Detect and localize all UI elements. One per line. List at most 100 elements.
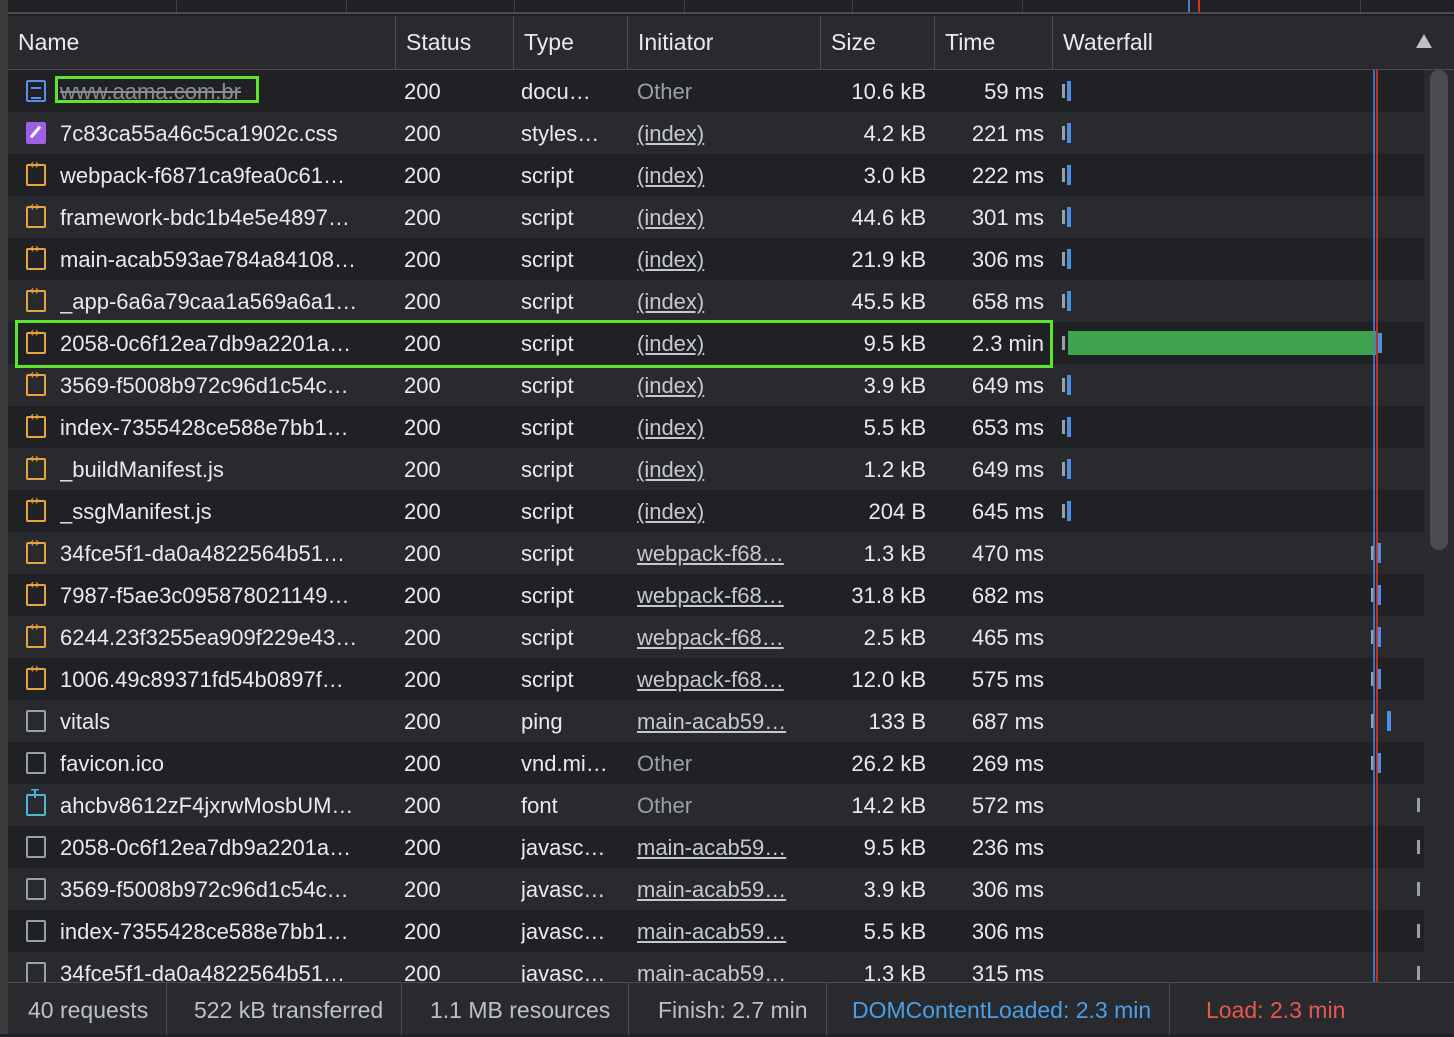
request-name[interactable]: framework-bdc1b4e5e4897… xyxy=(60,196,390,238)
table-row[interactable]: ahcbv8612zF4jxrwMosbUM… 200 font Other 14.2 … xyxy=(8,784,1454,826)
request-initiator[interactable]: (index) xyxy=(637,406,817,448)
table-row[interactable]: main-acab593ae784a84108… 200 script (index)… xyxy=(8,238,1454,280)
request-initiator[interactable]: (index) xyxy=(637,490,817,532)
request-name[interactable]: www.aama.com.br xyxy=(60,70,390,112)
waterfall-bar[interactable] xyxy=(1067,417,1071,437)
request-initiator[interactable]: webpack-f68… xyxy=(637,658,817,700)
waterfall-bar[interactable] xyxy=(1417,840,1420,854)
request-name[interactable]: _ssgManifest.js xyxy=(60,490,390,532)
request-initiator[interactable]: (index) xyxy=(637,238,817,280)
request-name[interactable]: index-7355428ce588e7bb1… xyxy=(60,910,390,952)
request-name[interactable]: main-acab593ae784a84108… xyxy=(60,238,390,280)
waterfall-bar[interactable] xyxy=(1062,252,1065,266)
request-initiator[interactable]: main-acab59… xyxy=(637,910,817,952)
column-header-name[interactable]: Name xyxy=(8,16,396,69)
request-name[interactable]: vitals xyxy=(60,700,390,742)
column-header-waterfall[interactable]: Waterfall xyxy=(1053,16,1454,69)
request-name[interactable]: 2058-0c6f12ea7db9a2201a… xyxy=(60,322,390,364)
table-row[interactable]: 3569-f5008b972c96d1c54c… 200 script (index)… xyxy=(8,364,1454,406)
waterfall-bar[interactable] xyxy=(1062,84,1065,98)
table-row[interactable]: 34fce5f1-da0a4822564b51… 200 script webpack… xyxy=(8,532,1454,574)
column-header-size[interactable]: Size xyxy=(821,16,935,69)
request-initiator[interactable]: webpack-f68… xyxy=(637,616,817,658)
request-name[interactable]: favicon.ico xyxy=(60,742,390,784)
request-name[interactable]: 1006.49c89371fd54b0897f… xyxy=(60,658,390,700)
table-row[interactable]: 3569-f5008b972c96d1c54c… 200 javasc… main-a… xyxy=(8,868,1454,910)
request-initiator[interactable]: (index) xyxy=(637,280,817,322)
waterfall-bar[interactable] xyxy=(1062,168,1065,182)
waterfall-bar[interactable] xyxy=(1062,504,1065,518)
request-name[interactable]: 3569-f5008b972c96d1c54c… xyxy=(60,364,390,406)
waterfall-bar[interactable] xyxy=(1067,123,1071,143)
request-initiator[interactable]: main-acab59… xyxy=(637,952,817,982)
request-initiator[interactable]: main-acab59… xyxy=(637,700,817,742)
request-name[interactable]: 7987-f5ae3c095878021149… xyxy=(60,574,390,616)
sort-ascending-icon[interactable] xyxy=(1416,34,1432,48)
waterfall-bar[interactable] xyxy=(1067,249,1071,269)
table-row[interactable]: www.aama.com.br 200 docu… Other 10.6 kB 59 ms xyxy=(8,70,1454,112)
table-row[interactable]: vitals 200 ping main-acab59… 133 B 687 ms xyxy=(8,700,1454,742)
request-initiator[interactable]: (index) xyxy=(637,154,817,196)
table-row[interactable]: 7c83ca55a46c5ca1902c.css 200 styles… (index… xyxy=(8,112,1454,154)
request-initiator[interactable]: (index) xyxy=(637,322,817,364)
request-name[interactable]: index-7355428ce588e7bb1… xyxy=(60,406,390,448)
waterfall-bar[interactable] xyxy=(1062,336,1065,350)
waterfall-bar[interactable] xyxy=(1417,966,1420,980)
waterfall-bar[interactable] xyxy=(1067,291,1071,311)
request-initiator[interactable]: (index) xyxy=(637,448,817,490)
request-initiator[interactable]: (index) xyxy=(637,196,817,238)
waterfall-bar[interactable] xyxy=(1417,882,1420,896)
request-name[interactable]: 2058-0c6f12ea7db9a2201a… xyxy=(60,826,390,868)
scrollbar-thumb[interactable] xyxy=(1430,70,1448,550)
waterfall-bar[interactable] xyxy=(1067,81,1071,101)
waterfall-bar[interactable] xyxy=(1068,331,1376,355)
column-header-initiator[interactable]: Initiator xyxy=(628,16,821,69)
request-name[interactable]: _app-6a6a79caa1a569a6a1… xyxy=(60,280,390,322)
request-name[interactable]: _buildManifest.js xyxy=(60,448,390,490)
table-row[interactable]: _buildManifest.js 200 script (index) 1.2 kB 6… xyxy=(8,448,1454,490)
request-name[interactable]: webpack-f6871ca9fea0c61… xyxy=(60,154,390,196)
table-row[interactable]: index-7355428ce588e7bb1… 200 script (index)… xyxy=(8,406,1454,448)
request-initiator[interactable]: (index) xyxy=(637,112,817,154)
column-header-type[interactable]: Type xyxy=(514,16,628,69)
vertical-scrollbar[interactable] xyxy=(1424,70,1454,982)
request-initiator[interactable]: webpack-f68… xyxy=(637,532,817,574)
waterfall-bar[interactable] xyxy=(1067,165,1071,185)
waterfall-bar[interactable] xyxy=(1062,126,1065,140)
table-row[interactable]: webpack-f6871ca9fea0c61… 200 script (index)… xyxy=(8,154,1454,196)
column-header-status[interactable]: Status xyxy=(396,16,514,69)
request-initiator[interactable]: (index) xyxy=(637,364,817,406)
column-header-time[interactable]: Time xyxy=(935,16,1053,69)
request-name[interactable]: 34fce5f1-da0a4822564b51… xyxy=(60,952,390,982)
table-row[interactable]: 34fce5f1-da0a4822564b51… 200 javasc… main-a… xyxy=(8,952,1454,982)
request-initiator[interactable]: main-acab59… xyxy=(637,868,817,910)
table-row[interactable]: _app-6a6a79caa1a569a6a1… 200 script (index)… xyxy=(8,280,1454,322)
request-name[interactable]: ahcbv8612zF4jxrwMosbUM… xyxy=(60,784,390,826)
table-row[interactable]: framework-bdc1b4e5e4897… 200 script (index)… xyxy=(8,196,1454,238)
table-row[interactable]: 2058-0c6f12ea7db9a2201a… 200 script (index)… xyxy=(8,322,1454,364)
table-row[interactable]: _ssgManifest.js 200 script (index) 204 B 645 … xyxy=(8,490,1454,532)
waterfall-bar[interactable] xyxy=(1387,711,1391,731)
waterfall-bar[interactable] xyxy=(1417,924,1420,938)
waterfall-bar[interactable] xyxy=(1067,207,1071,227)
request-name[interactable]: 3569-f5008b972c96d1c54c… xyxy=(60,868,390,910)
waterfall-bar[interactable] xyxy=(1062,294,1065,308)
waterfall-bar[interactable] xyxy=(1062,420,1065,434)
waterfall-bar[interactable] xyxy=(1067,375,1071,395)
waterfall-bar[interactable] xyxy=(1067,501,1071,521)
request-initiator[interactable]: main-acab59… xyxy=(637,826,817,868)
request-initiator[interactable]: webpack-f68… xyxy=(637,574,817,616)
table-row[interactable]: 6244.23f3255ea909f229e43… 200 script webpac… xyxy=(8,616,1454,658)
waterfall-bar[interactable] xyxy=(1378,333,1382,353)
request-name[interactable]: 7c83ca55a46c5ca1902c.css xyxy=(60,112,390,154)
waterfall-bar[interactable] xyxy=(1067,459,1071,479)
waterfall-bar[interactable] xyxy=(1062,462,1065,476)
request-name[interactable]: 34fce5f1-da0a4822564b51… xyxy=(60,532,390,574)
table-row[interactable]: 1006.49c89371fd54b0897f… 200 script webpack… xyxy=(8,658,1454,700)
waterfall-bar[interactable] xyxy=(1062,210,1065,224)
request-name[interactable]: 6244.23f3255ea909f229e43… xyxy=(60,616,390,658)
table-row[interactable]: favicon.ico 200 vnd.mi… Other 26.2 kB 269 ms xyxy=(8,742,1454,784)
table-row[interactable]: 7987-f5ae3c095878021149… 200 script webpack… xyxy=(8,574,1454,616)
table-row[interactable]: 2058-0c6f12ea7db9a2201a… 200 javasc… main-a… xyxy=(8,826,1454,868)
waterfall-bar[interactable] xyxy=(1417,798,1420,812)
